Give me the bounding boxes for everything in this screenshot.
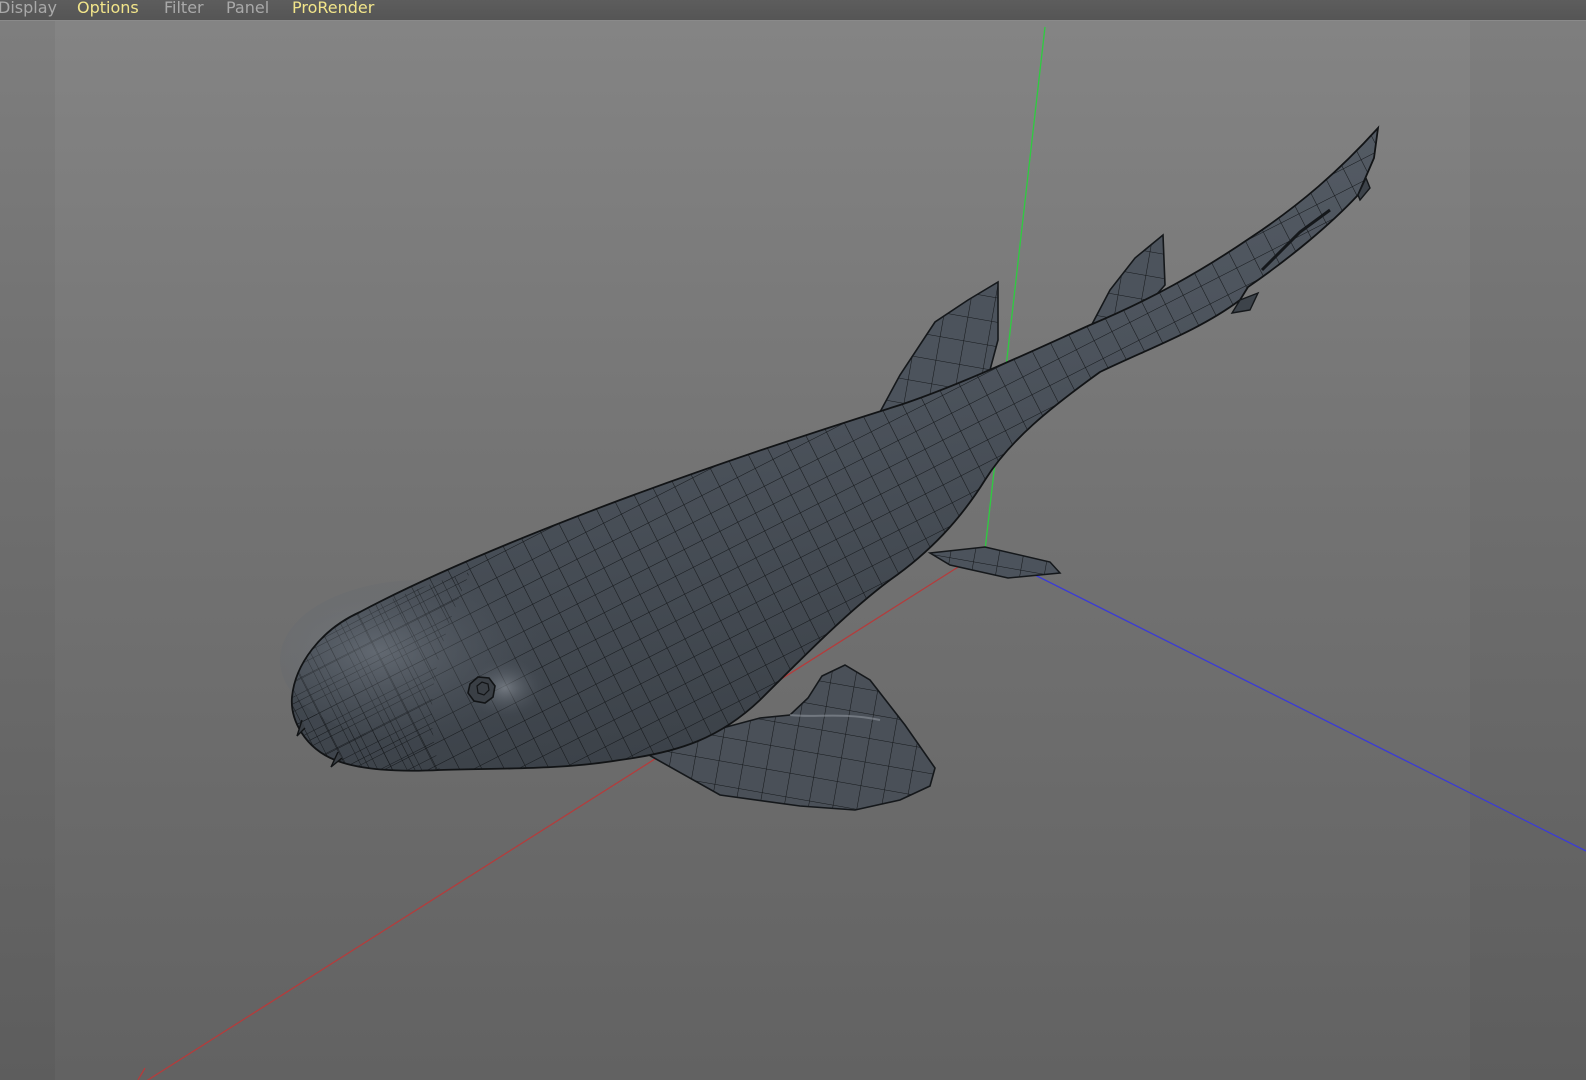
- z-axis-line: [984, 549, 1586, 852]
- menu-options[interactable]: Options: [77, 0, 139, 20]
- 3d-viewport[interactable]: [0, 21, 1586, 1080]
- x-axis-stub: [137, 1067, 146, 1080]
- menu-display[interactable]: Display: [0, 0, 57, 20]
- shark-left-pectoral-fin: [927, 546, 1062, 579]
- menu-prorender[interactable]: ProRender: [292, 0, 374, 20]
- viewport-menubar: Display Options Filter Panel ProRender: [0, 0, 1586, 21]
- scene-canvas[interactable]: [0, 21, 1586, 1080]
- menu-filter[interactable]: Filter: [164, 0, 204, 20]
- menu-panel[interactable]: Panel: [226, 0, 269, 20]
- cinema4d-viewport-window: Display Options Filter Panel ProRender: [0, 0, 1586, 1080]
